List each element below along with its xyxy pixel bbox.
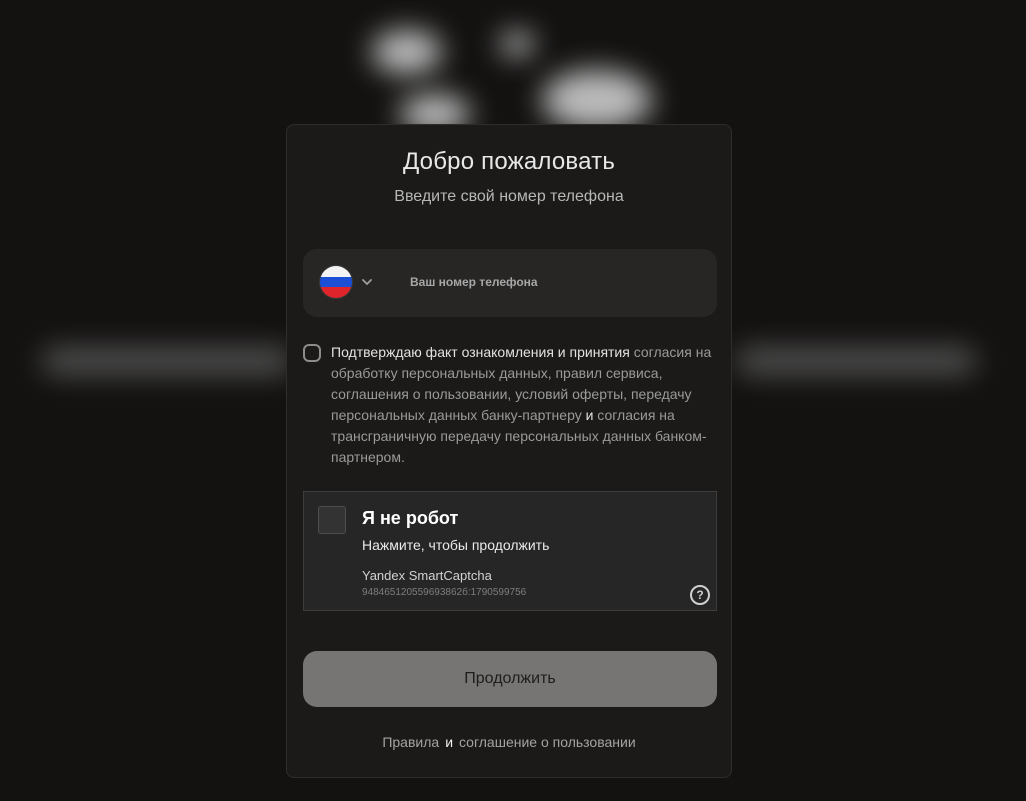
footer-and: и bbox=[445, 734, 454, 750]
captcha-brand: Yandex SmartCaptcha bbox=[362, 568, 492, 583]
captcha-id: 948465120559693862б:1790599756 bbox=[362, 587, 527, 598]
rules-link[interactable]: Правила bbox=[382, 734, 439, 750]
modal-title: Добро пожаловать bbox=[402, 148, 616, 175]
phone-input[interactable] bbox=[407, 269, 703, 295]
russia-flag-icon[interactable] bbox=[320, 266, 352, 298]
consent-checkbox[interactable] bbox=[303, 344, 321, 362]
captcha-subtitle: Нажмите, чтобы продолжить bbox=[362, 537, 550, 553]
consent-text: Подтверждаю факт ознакомления и принятия… bbox=[331, 342, 721, 468]
captcha-widget[interactable]: Я не робот Нажмите, чтобы продолжить Yan… bbox=[303, 491, 717, 611]
agreement-link[interactable]: соглашение о пользовании bbox=[459, 734, 636, 750]
captcha-title: Я не робот bbox=[362, 508, 459, 528]
continue-button[interactable]: Продолжить bbox=[303, 651, 717, 707]
login-modal: Добро пожаловать Введите свой номер теле… bbox=[286, 124, 732, 778]
chevron-down-icon[interactable] bbox=[359, 274, 375, 290]
footer-links: Правила и соглашение о пользовании bbox=[287, 734, 731, 750]
phone-field[interactable] bbox=[303, 249, 717, 317]
help-icon[interactable]: ? bbox=[690, 585, 710, 605]
consent-text-lead: Подтверждаю факт ознакомления и принятия bbox=[331, 344, 630, 360]
captcha-checkbox[interactable] bbox=[318, 506, 346, 534]
modal-subtitle: Введите свой номер телефона bbox=[394, 188, 624, 205]
